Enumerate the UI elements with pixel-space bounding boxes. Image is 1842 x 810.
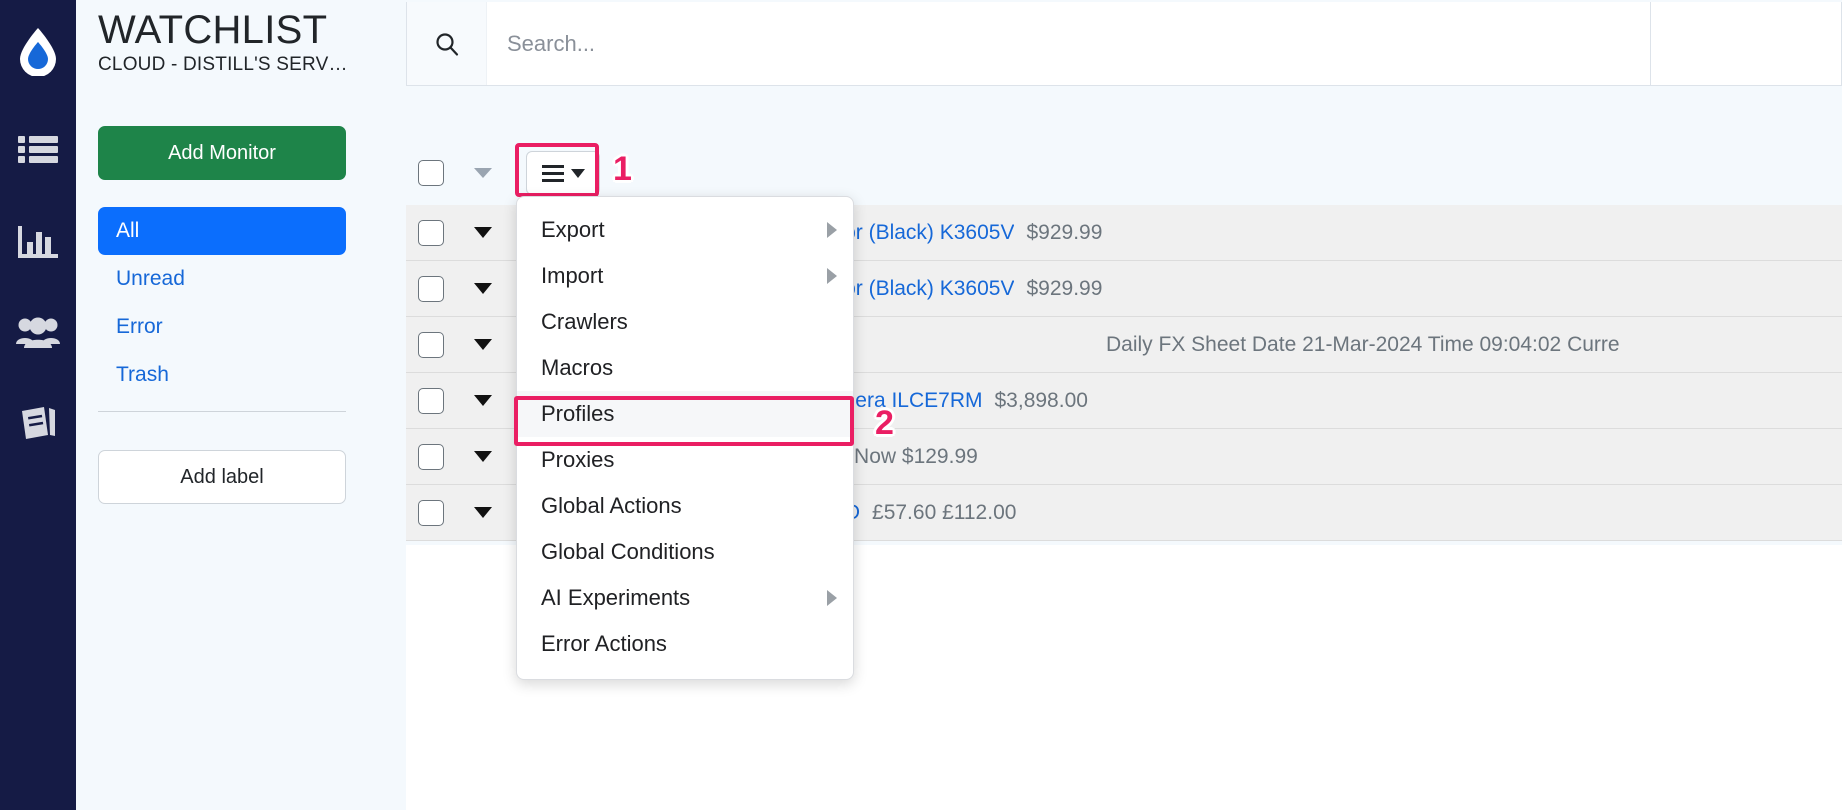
- filter-item-all[interactable]: All: [98, 207, 346, 255]
- watchlist-panel: WATCHLIST CLOUD - DISTILL'S SERV… Add Mo…: [76, 0, 406, 810]
- actions-dropdown-menu: Export Import Crawlers Macros Profiles P…: [516, 196, 854, 680]
- monitor-value: $3,898.00: [995, 389, 1088, 413]
- submenu-arrow-icon: [827, 590, 837, 606]
- filter-item-unread[interactable]: Unread: [98, 255, 346, 303]
- row-checkbox[interactable]: [418, 388, 444, 414]
- page-title: WATCHLIST: [98, 8, 406, 52]
- monitor-value: $929.99: [1026, 221, 1102, 245]
- row-chevron-down-icon[interactable]: [474, 227, 492, 238]
- menu-item-label: Global Conditions: [541, 539, 837, 565]
- menu-item-label: Macros: [541, 355, 837, 381]
- search-input[interactable]: [487, 2, 1841, 85]
- row-checkbox[interactable]: [418, 276, 444, 302]
- row-checkbox[interactable]: [418, 444, 444, 470]
- select-all-checkbox[interactable]: [418, 160, 444, 186]
- menu-item-profiles[interactable]: Profiles: [517, 391, 853, 437]
- menu-item-error-actions[interactable]: Error Actions: [517, 621, 853, 667]
- submenu-arrow-icon: [827, 268, 837, 284]
- menu-item-ai-experiments[interactable]: AI Experiments: [517, 575, 853, 621]
- filter-list: All Unread Error Trash: [98, 207, 346, 412]
- row-checkbox[interactable]: [418, 332, 444, 358]
- menu-item-import[interactable]: Import: [517, 253, 853, 299]
- row-checkbox[interactable]: [418, 220, 444, 246]
- actions-menu-button[interactable]: [526, 151, 600, 195]
- row-chevron-down-icon[interactable]: [474, 339, 492, 350]
- monitor-value: £57.60 £112.00: [872, 501, 1016, 525]
- filter-item-error[interactable]: Error: [98, 303, 346, 351]
- monitor-value: $929.99: [1026, 277, 1102, 301]
- select-all-chevron-down-icon[interactable]: [474, 168, 492, 178]
- menu-item-proxies[interactable]: Proxies: [517, 437, 853, 483]
- hamburger-menu-icon: [542, 165, 564, 182]
- menu-item-label: Export: [541, 217, 827, 243]
- list-icon: [18, 134, 58, 177]
- book-icon: [18, 405, 58, 446]
- filter-item-trash[interactable]: Trash: [98, 351, 346, 399]
- row-chevron-down-icon[interactable]: [474, 451, 492, 462]
- sidebar-item-team[interactable]: [10, 307, 66, 363]
- menu-item-label: Import: [541, 263, 827, 289]
- sidebar-item-monitors[interactable]: [10, 127, 66, 183]
- distill-droplet-logo[interactable]: [16, 26, 60, 81]
- menu-item-label: Proxies: [541, 447, 837, 473]
- watchlist-app: WATCHLIST CLOUD - DISTILL'S SERV… Add Mo…: [0, 0, 1842, 810]
- page-subtitle: CLOUD - DISTILL'S SERV…: [98, 54, 406, 76]
- sidebar-item-reports[interactable]: [10, 217, 66, 273]
- row-chevron-down-icon[interactable]: [474, 395, 492, 406]
- row-chevron-down-icon[interactable]: [474, 507, 492, 518]
- bar-chart-icon: [18, 224, 58, 267]
- monitor-value: Daily FX Sheet Date 21-Mar-2024 Time 09:…: [1106, 333, 1620, 357]
- menu-item-label: Global Actions: [541, 493, 837, 519]
- add-label-button[interactable]: Add label: [98, 450, 346, 504]
- monitor-value: Now $129.99: [854, 445, 978, 469]
- menu-item-label: AI Experiments: [541, 585, 827, 611]
- row-checkbox[interactable]: [418, 500, 444, 526]
- menu-item-label: Profiles: [541, 401, 837, 427]
- icon-rail: [0, 0, 76, 810]
- menu-item-export[interactable]: Export: [517, 207, 853, 253]
- row-chevron-down-icon[interactable]: [474, 283, 492, 294]
- menu-item-crawlers[interactable]: Crawlers: [517, 299, 853, 345]
- search-field-edge: [1650, 2, 1651, 86]
- panel-divider: [98, 411, 346, 412]
- search-icon[interactable]: [407, 2, 487, 85]
- submenu-arrow-icon: [827, 222, 837, 238]
- search-bar: [406, 2, 1842, 86]
- add-monitor-button[interactable]: Add Monitor: [98, 126, 346, 180]
- people-icon: [16, 316, 60, 355]
- sidebar-item-docs[interactable]: [10, 397, 66, 453]
- caret-down-icon: [571, 169, 585, 178]
- menu-item-label: Error Actions: [541, 631, 837, 657]
- menu-item-macros[interactable]: Macros: [517, 345, 853, 391]
- menu-item-global-actions[interactable]: Global Actions: [517, 483, 853, 529]
- menu-item-global-conditions[interactable]: Global Conditions: [517, 529, 853, 575]
- menu-item-label: Crawlers: [541, 309, 837, 335]
